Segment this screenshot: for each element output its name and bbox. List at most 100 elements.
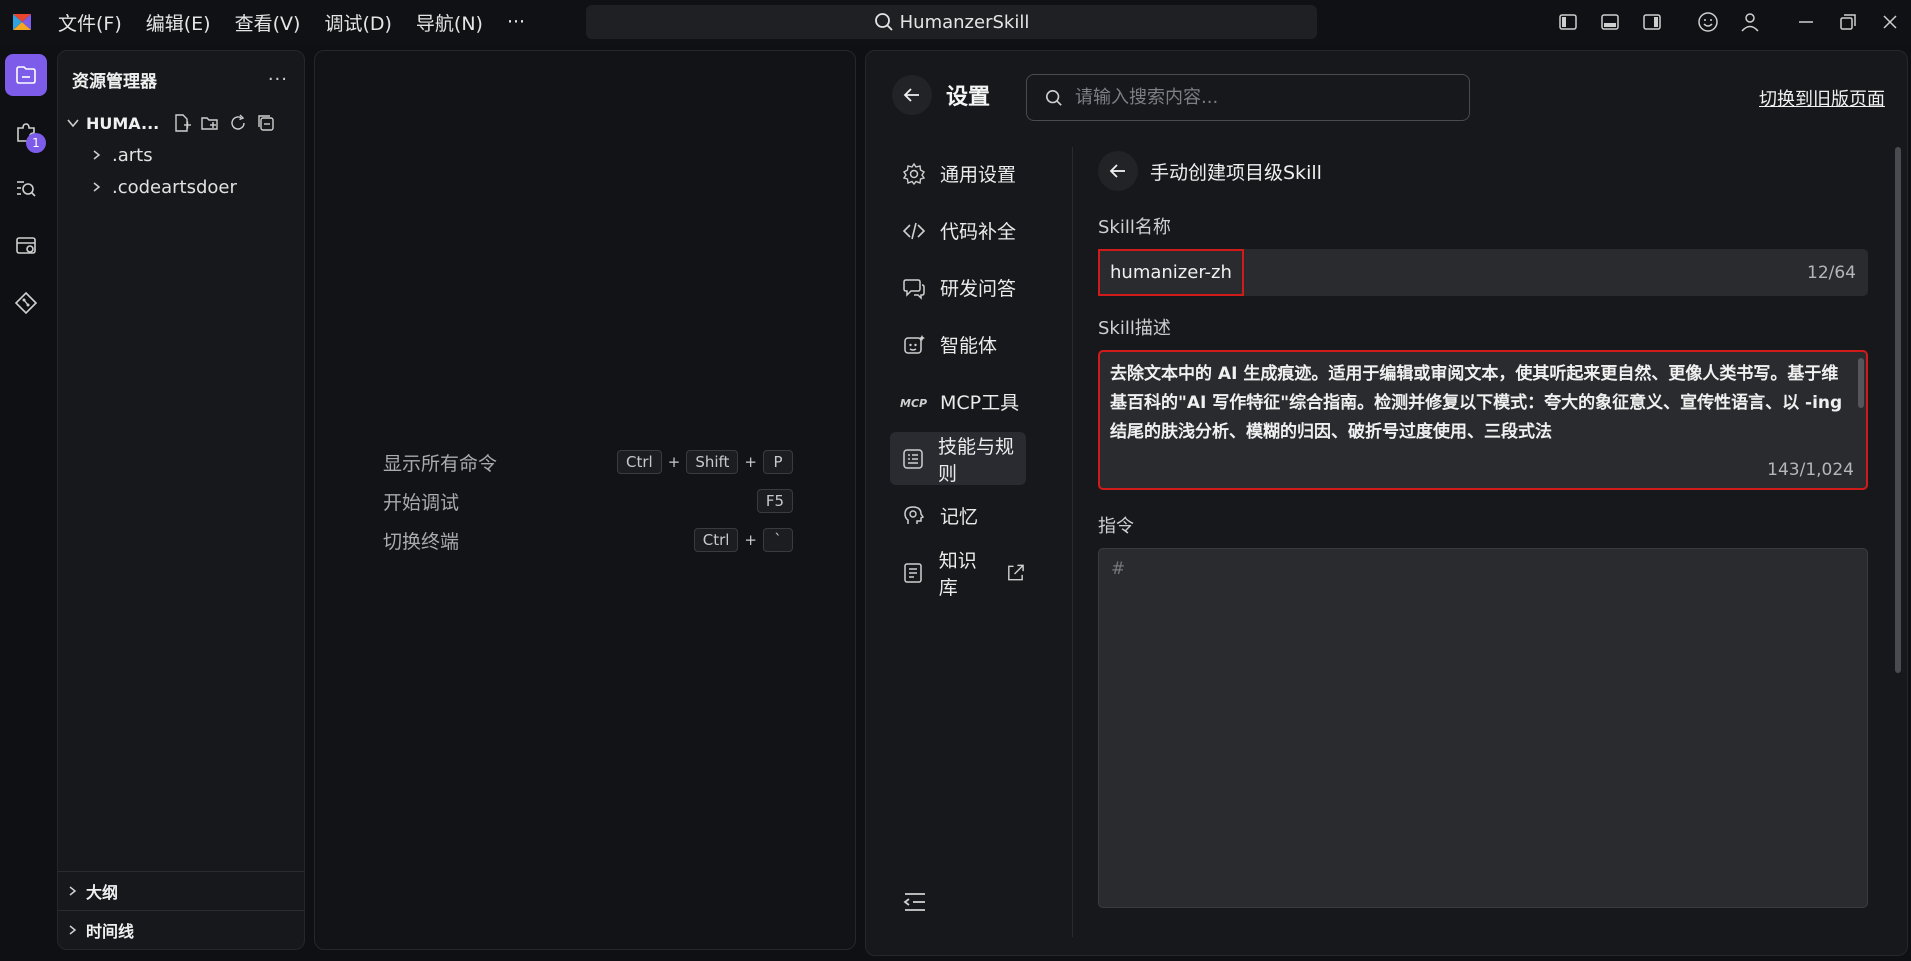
nav-agent[interactable]: 智能体 — [890, 318, 1026, 371]
activity-remote[interactable] — [5, 225, 47, 267]
account-icon[interactable] — [1729, 0, 1771, 44]
search-list-icon — [17, 181, 36, 197]
tree-item-label: .arts — [112, 144, 153, 166]
skill-desc-counter: 143/1,024 — [1767, 460, 1854, 480]
menu-file[interactable]: 文件(F) — [58, 9, 122, 36]
search-text: HumanzerSkill — [899, 11, 1030, 33]
skill-name-counter: 12/64 — [1807, 262, 1856, 283]
nav-code-completion[interactable]: 代码补全 — [890, 204, 1026, 257]
toggle-secondary-sidebar-icon[interactable] — [1631, 0, 1673, 44]
instruction-placeholder: # — [1111, 559, 1126, 579]
nav-dev-qa[interactable]: 研发问答 — [890, 261, 1026, 314]
command-center-search[interactable]: HumanzerSkill — [586, 5, 1317, 39]
new-file-icon[interactable] — [172, 113, 192, 133]
explorer-title: 资源管理器 — [72, 71, 157, 92]
skill-desc-label: Skill描述 — [1098, 318, 1171, 339]
new-folder-icon[interactable] — [200, 113, 220, 133]
shortcut-keys: Ctrl + Shift + P — [617, 450, 793, 474]
title-bar: 文件(F) 编辑(E) 查看(V) 调试(D) 导航(N) ··· Humanz… — [0, 0, 1911, 44]
settings-search-box[interactable] — [1026, 74, 1470, 121]
project-toolbar — [172, 113, 276, 133]
tree-item-label: .codeartsdoer — [112, 176, 237, 198]
memory-icon — [904, 505, 925, 524]
extensions-badge: 1 — [26, 133, 46, 153]
nav-skills-rules[interactable]: 技能与规则 — [890, 432, 1026, 485]
desc-scrollbar[interactable] — [1858, 358, 1864, 408]
skill-desc-field[interactable]: 去除文本中的 AI 生成痕迹。适用于编辑或审阅文本，使其听起来更自然、更像人类书… — [1098, 350, 1868, 490]
book-icon — [904, 562, 923, 583]
nav-label: 技能与规则 — [937, 435, 1014, 485]
settings-panel: 设置 切换到旧版页面 通用设置 代码补全 研发问答 智能体 MCP MCP工具 — [865, 50, 1908, 956]
tree-item-codeartsdoer[interactable]: .codeartsdoer — [58, 171, 304, 203]
activity-source-control[interactable] — [5, 282, 47, 324]
skill-icon — [903, 448, 923, 469]
settings-scrollbar[interactable] — [1895, 147, 1901, 673]
key-ctrl: Ctrl — [617, 450, 662, 474]
collapse-nav-button[interactable] — [902, 889, 928, 919]
arrow-left-icon — [903, 88, 919, 102]
nav-general-settings[interactable]: 通用设置 — [890, 147, 1026, 200]
nav-label: 代码补全 — [940, 221, 1017, 243]
window-controls — [1547, 0, 1911, 44]
form-title: 手动创建项目级Skill — [1150, 161, 1322, 184]
menu-navigate[interactable]: 导航(N) — [416, 9, 483, 36]
restore-icon[interactable] — [1827, 0, 1869, 44]
command-label: 开始调试 — [383, 491, 460, 514]
instruction-field[interactable]: # — [1098, 548, 1868, 908]
menu-edit[interactable]: 编辑(E) — [146, 9, 211, 36]
chevron-right-icon — [90, 145, 102, 166]
key-shift: Shift — [686, 450, 739, 474]
activity-search[interactable] — [5, 168, 47, 210]
menu-view[interactable]: 查看(V) — [235, 9, 301, 36]
external-link-icon — [1008, 564, 1024, 580]
skill-desc-value[interactable]: 去除文本中的 AI 生成痕迹。适用于编辑或审阅文本，使其听起来更自然、更像人类书… — [1110, 360, 1850, 450]
chevron-right-icon — [66, 921, 78, 940]
settings-search-input[interactable] — [1075, 87, 1455, 108]
settings-back-button[interactable] — [892, 75, 932, 115]
settings-header: 设置 — [892, 75, 990, 115]
nav-mcp-tools[interactable]: MCP MCP工具 — [890, 375, 1026, 428]
feedback-smile-icon[interactable] — [1687, 0, 1729, 44]
shortcut-keys: F5 — [756, 489, 793, 513]
close-icon[interactable] — [1869, 0, 1911, 44]
minimize-icon[interactable] — [1785, 0, 1827, 44]
form-back-button[interactable] — [1098, 151, 1138, 191]
nav-memory[interactable]: 记忆 — [890, 489, 1026, 542]
tree-item-arts[interactable]: .arts — [58, 139, 304, 171]
chevron-right-icon — [90, 177, 102, 198]
arrow-left-icon — [1109, 164, 1125, 178]
activity-explorer[interactable] — [5, 54, 47, 96]
nav-label: MCP工具 — [940, 392, 1020, 414]
activity-bar: 1 — [0, 44, 52, 961]
plus-sign: + — [744, 453, 757, 471]
timeline-section[interactable]: 时间线 — [58, 910, 304, 949]
toggle-sidebar-icon[interactable] — [1547, 0, 1589, 44]
switch-old-page-link[interactable]: 切换到旧版页面 — [1759, 85, 1885, 111]
menu-more[interactable]: ··· — [507, 11, 525, 33]
outline-section[interactable]: 大纲 — [58, 871, 304, 910]
collapse-all-icon[interactable] — [256, 113, 276, 133]
nav-label: 知识库 — [938, 549, 977, 599]
key-backtick: ` — [763, 528, 793, 552]
editor-area: 显示所有命令 Ctrl + Shift + P 开始调试 F5 切换终端 Ctr… — [314, 50, 856, 950]
search-icon — [1045, 89, 1062, 106]
menu-debug[interactable]: 调试(D) — [324, 9, 391, 36]
app-logo-icon — [0, 0, 44, 44]
explorer-more-button[interactable]: ··· — [268, 69, 288, 90]
command-toggle-terminal[interactable]: 切换终端 Ctrl + ` — [383, 525, 793, 555]
toggle-panel-icon[interactable] — [1589, 0, 1631, 44]
activity-extensions[interactable]: 1 — [5, 111, 47, 153]
menu-bar: 文件(F) 编辑(E) 查看(V) 调试(D) 导航(N) ··· — [58, 9, 549, 36]
chevron-down-icon — [67, 119, 79, 128]
refresh-icon[interactable] — [228, 113, 248, 133]
project-row[interactable]: HUMA... — [58, 107, 304, 139]
nav-label: 研发问答 — [940, 278, 1017, 300]
skill-name-field[interactable]: humanizer-zh 12/64 — [1098, 249, 1868, 296]
skill-name-value[interactable]: humanizer-zh — [1098, 249, 1244, 296]
nav-knowledge-base[interactable]: 知识库 — [890, 546, 1026, 599]
command-label: 显示所有命令 — [383, 452, 498, 475]
search-icon — [874, 13, 893, 31]
command-start-debug[interactable]: 开始调试 F5 — [383, 486, 793, 516]
mcp-icon: MCP — [900, 397, 927, 410]
command-show-all[interactable]: 显示所有命令 Ctrl + Shift + P — [383, 447, 793, 477]
